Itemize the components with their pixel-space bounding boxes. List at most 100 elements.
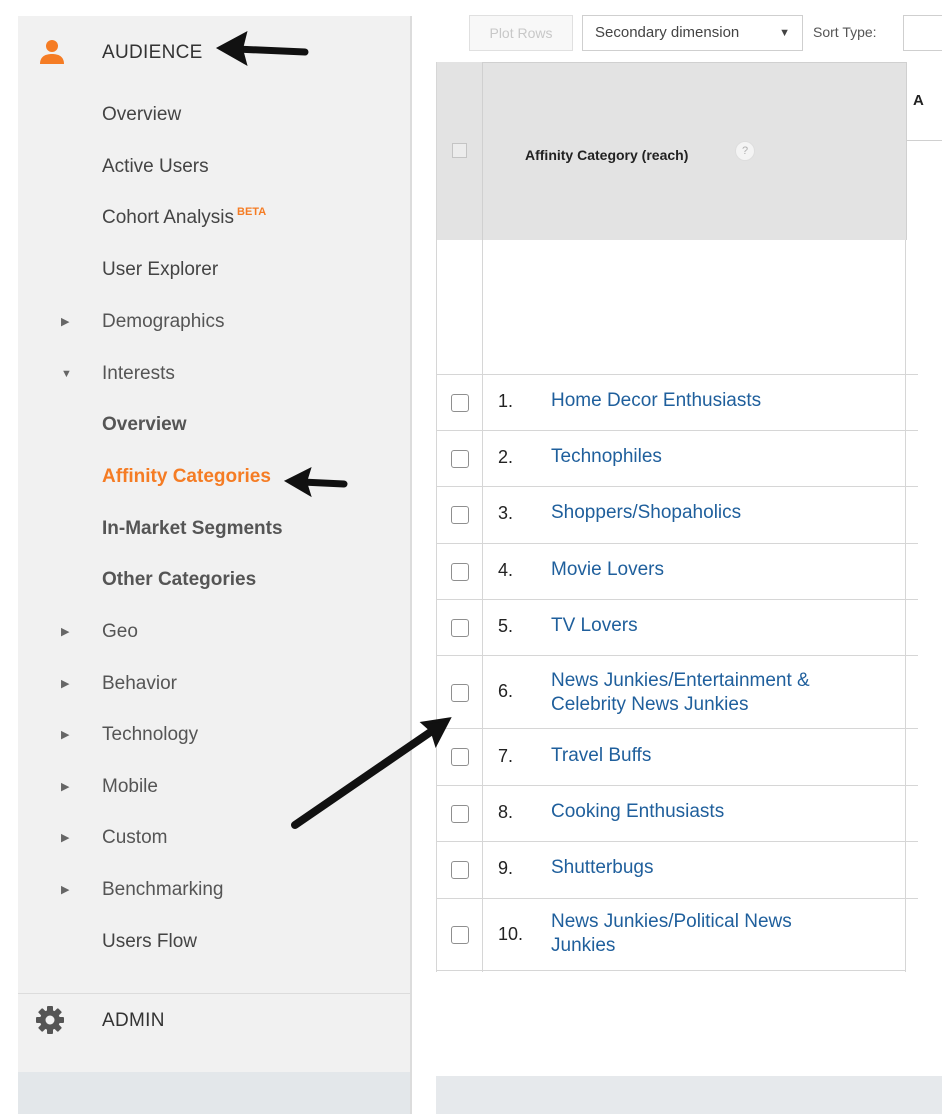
table-bottom-border bbox=[436, 970, 906, 971]
nav-other-categories-label: Other Categories bbox=[102, 569, 257, 590]
table-row: 2. Technophiles bbox=[436, 430, 918, 487]
row-checkbox[interactable] bbox=[451, 805, 469, 823]
nav-demographics[interactable]: ▶ Demographics bbox=[18, 302, 410, 342]
table-row: 9. Shutterbugs bbox=[436, 841, 918, 899]
nav-mobile[interactable]: ▶ Mobile bbox=[18, 767, 410, 807]
nav-technology-label: Technology bbox=[102, 724, 199, 745]
table-summary-row bbox=[436, 240, 906, 374]
plot-rows-button[interactable]: Plot Rows bbox=[469, 15, 573, 51]
nav-cohort-analysis-wrap: Cohort Analysis BETA bbox=[102, 198, 266, 238]
gear-icon bbox=[34, 1004, 66, 1036]
nav-demographics-label: Demographics bbox=[102, 311, 225, 332]
nav-in-market-segments[interactable]: In-Market Segments bbox=[18, 509, 410, 549]
nav-geo[interactable]: ▶ Geo bbox=[18, 612, 410, 652]
sidebar: AUDIENCE Overview Active Users Cohort An… bbox=[18, 16, 410, 1114]
table-row: 5. TV Lovers bbox=[436, 599, 918, 656]
nav-geo-label: Geo bbox=[102, 621, 138, 642]
beta-badge: BETA bbox=[237, 206, 267, 218]
audience-section[interactable]: AUDIENCE bbox=[18, 16, 410, 82]
nav-affinity-categories[interactable]: Affinity Categories bbox=[18, 457, 410, 497]
row-checkbox[interactable] bbox=[451, 450, 469, 468]
nav-interests[interactable]: ▼ Interests bbox=[18, 354, 410, 394]
nav-in-market-segments-label: In-Market Segments bbox=[102, 518, 283, 539]
nav-mobile-label: Mobile bbox=[102, 776, 158, 797]
help-icon[interactable]: ? bbox=[735, 141, 755, 161]
row-number: 6. bbox=[498, 681, 514, 701]
table-left-border bbox=[436, 62, 437, 972]
caret-right-icon: ▶ bbox=[61, 884, 70, 896]
category-link[interactable]: Home Decor Enthusiasts bbox=[551, 389, 871, 413]
category-link[interactable]: TV Lovers bbox=[551, 614, 871, 638]
select-all-checkbox[interactable] bbox=[452, 143, 467, 158]
nav-cohort-analysis[interactable]: Cohort Analysis BETA bbox=[18, 198, 410, 238]
caret-right-icon: ▶ bbox=[61, 832, 70, 844]
caret-right-icon: ▶ bbox=[61, 678, 70, 690]
column-divider bbox=[905, 240, 906, 972]
table-row: 8. Cooking Enthusiasts bbox=[436, 785, 918, 842]
caret-right-icon: ▶ bbox=[61, 729, 70, 741]
row-number: 10. bbox=[498, 924, 524, 944]
nav-behavior-label: Behavior bbox=[102, 673, 177, 694]
category-link[interactable]: Shoppers/Shopaholics bbox=[551, 501, 871, 525]
table-row: 10. News Junkies/Political News Junkies bbox=[436, 898, 918, 971]
row-checkbox[interactable] bbox=[451, 748, 469, 766]
table-row: 3. Shoppers/Shopaholics bbox=[436, 486, 918, 544]
row-number: 3. bbox=[498, 503, 514, 523]
row-checkbox[interactable] bbox=[451, 506, 469, 524]
nav-other-categories[interactable]: Other Categories bbox=[18, 560, 410, 600]
nav-benchmarking[interactable]: ▶ Benchmarking bbox=[18, 870, 410, 910]
table-row: 4. Movie Lovers bbox=[436, 543, 918, 600]
row-checkbox[interactable] bbox=[451, 563, 469, 581]
category-link[interactable]: Cooking Enthusiasts bbox=[551, 800, 871, 824]
checkbox-column-divider bbox=[482, 240, 483, 972]
nav-affinity-categories-label: Affinity Categories bbox=[102, 466, 271, 487]
row-checkbox[interactable] bbox=[451, 394, 469, 412]
nav-technology[interactable]: ▶ Technology bbox=[18, 715, 410, 755]
admin-label: ADMIN bbox=[102, 1010, 165, 1031]
nav-users-flow-label: Users Flow bbox=[102, 931, 198, 952]
nav-overview-label: Overview bbox=[102, 104, 182, 125]
column-header-affinity-category[interactable]: Affinity Category (reach) bbox=[525, 147, 688, 163]
sidebar-footer bbox=[18, 1072, 410, 1114]
sort-type-dropdown[interactable] bbox=[903, 15, 942, 51]
row-checkbox[interactable] bbox=[451, 684, 469, 702]
row-checkbox[interactable] bbox=[451, 861, 469, 879]
next-column-header bbox=[906, 62, 942, 240]
nav-overview[interactable]: Overview bbox=[18, 95, 410, 135]
nav-interests-overview-label: Overview bbox=[102, 414, 187, 435]
nav-user-explorer[interactable]: User Explorer bbox=[18, 250, 410, 290]
caret-right-icon: ▶ bbox=[61, 316, 70, 328]
nav-users-flow[interactable]: Users Flow bbox=[18, 922, 410, 962]
nav-active-users-label: Active Users bbox=[102, 156, 209, 177]
nav-custom-label: Custom bbox=[102, 827, 168, 848]
main-footer bbox=[436, 1076, 942, 1114]
nav-custom[interactable]: ▶ Custom bbox=[18, 818, 410, 858]
category-link[interactable]: News Junkies/Political News Junkies bbox=[551, 910, 851, 958]
secondary-dimension-label: Secondary dimension bbox=[595, 24, 740, 41]
caret-right-icon: ▶ bbox=[61, 781, 70, 793]
nav-interests-overview[interactable]: Overview bbox=[18, 405, 410, 445]
person-icon bbox=[38, 38, 66, 66]
header-divider bbox=[906, 140, 942, 141]
next-column-header-label: A bbox=[913, 92, 924, 109]
category-link[interactable]: Technophiles bbox=[551, 445, 871, 469]
category-link[interactable]: Travel Buffs bbox=[551, 744, 871, 768]
row-number: 9. bbox=[498, 858, 514, 878]
nav-active-users[interactable]: Active Users bbox=[18, 147, 410, 187]
row-checkbox[interactable] bbox=[451, 926, 469, 944]
category-link[interactable]: News Junkies/Entertainment & Celebrity N… bbox=[551, 669, 851, 717]
table-row: 1. Home Decor Enthusiasts bbox=[436, 374, 918, 431]
category-link[interactable]: Movie Lovers bbox=[551, 558, 871, 582]
secondary-dimension-dropdown[interactable]: Secondary dimension ▼ bbox=[582, 15, 803, 51]
row-number: 7. bbox=[498, 746, 514, 766]
audience-label: AUDIENCE bbox=[102, 42, 203, 63]
nav-interests-label: Interests bbox=[102, 363, 175, 384]
category-link[interactable]: Shutterbugs bbox=[551, 856, 871, 880]
admin-section[interactable]: ADMIN bbox=[18, 1002, 410, 1068]
sidebar-divider bbox=[410, 16, 412, 1114]
table-row: 6. News Junkies/Entertainment & Celebrit… bbox=[436, 655, 918, 729]
row-number: 1. bbox=[498, 391, 514, 411]
nav-user-explorer-label: User Explorer bbox=[102, 259, 219, 280]
row-checkbox[interactable] bbox=[451, 619, 469, 637]
nav-behavior[interactable]: ▶ Behavior bbox=[18, 664, 410, 704]
